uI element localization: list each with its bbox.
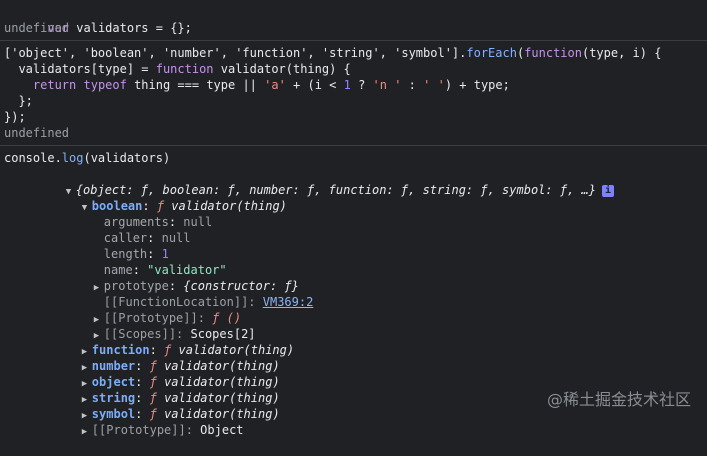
code-token: validators[type] = <box>4 62 156 76</box>
function-symbol: ƒ <box>149 407 157 421</box>
property-key: function <box>91 343 150 357</box>
property-value: null <box>161 231 191 245</box>
code-token: (validators) <box>83 151 171 165</box>
colon: : <box>176 327 191 341</box>
code-token: : <box>401 78 424 92</box>
source-link[interactable]: VM369:2 <box>263 295 314 309</box>
function-signature: validator(thing) <box>178 343 295 357</box>
property-value: "validator" <box>147 263 227 277</box>
code-token: 1 <box>343 78 351 92</box>
colon: : <box>135 407 150 421</box>
colon: : <box>132 263 148 277</box>
property-value: null <box>183 215 213 229</box>
object-preview: {object: ƒ, boolean: ƒ, number: ƒ, funct… <box>75 183 596 197</box>
code-token: + (i < <box>285 78 344 92</box>
property-key: [[FunctionLocation]] <box>103 295 249 309</box>
console-input[interactable]: console.log(validators) <box>4 150 707 166</box>
code-token: log <box>61 151 84 165</box>
function-symbol: ƒ <box>156 199 165 213</box>
property-key: name <box>103 263 133 277</box>
code-token: thing === type || <box>126 78 265 92</box>
code-token: function <box>524 46 582 60</box>
code-line-3: return typeof thing === type || 'a' + (i… <box>4 77 707 93</box>
function-signature: validator(thing) <box>164 375 280 389</box>
property-key: caller <box>103 231 148 245</box>
code-token: ' ' <box>423 78 445 92</box>
colon: : <box>197 311 213 325</box>
code-token: ['object', 'boolean', 'number', 'functio… <box>4 46 467 60</box>
property-value: 1 <box>161 247 169 261</box>
colon: : <box>135 391 150 405</box>
code-token: ? <box>350 78 373 92</box>
console-input[interactable]: var validators = {}; <box>4 4 707 35</box>
code-token: function <box>155 62 214 76</box>
property-value: Object <box>200 423 244 437</box>
function-signature: validator(thing) <box>164 391 280 405</box>
property-key: prototype <box>103 279 169 293</box>
property-key: boolean <box>91 199 143 213</box>
colon: : <box>168 279 184 293</box>
console-panel: var validators = {}; undefined ['object'… <box>0 0 707 437</box>
code-token: typeof <box>83 78 127 92</box>
function-signature: validator(thing) <box>171 199 287 213</box>
object-tree: ▼ {object: ƒ, boolean: ƒ, number: ƒ, func… <box>4 166 707 437</box>
code-token: ) + type; <box>444 78 510 92</box>
colon: : <box>168 215 184 229</box>
code-token: 'a' <box>264 78 286 92</box>
watermark: @稀土掘金技术社区 <box>546 390 691 409</box>
colon: : <box>135 359 150 373</box>
code-line-4: }; <box>4 94 33 108</box>
property-key: arguments <box>103 215 169 229</box>
property-key: [[Prototype]] <box>91 423 186 437</box>
colon: : <box>147 231 162 245</box>
code-token: return <box>32 78 77 92</box>
console-entry-1: var validators = {}; undefined <box>0 0 707 41</box>
function-signature: validator(thing) <box>164 359 280 373</box>
property-key: number <box>91 359 136 373</box>
code-token: validators = {}; <box>69 21 192 35</box>
code-token: 'n ' <box>372 78 402 92</box>
colon: : <box>147 247 162 261</box>
code-line-2: validators[type] = function validator(th… <box>4 61 707 77</box>
property-key: length <box>103 247 148 261</box>
colon: : <box>248 295 263 309</box>
property-key: [[Scopes]] <box>103 327 177 341</box>
property-key: string <box>91 391 136 405</box>
property-value: ƒ () <box>212 311 242 325</box>
colon: : <box>135 375 150 389</box>
function-symbol: ƒ <box>149 359 157 373</box>
console-result: undefined <box>4 126 70 140</box>
property-key: symbol <box>91 407 136 421</box>
info-icon[interactable]: i <box>601 184 614 197</box>
function-symbol: ƒ <box>149 375 157 389</box>
property-key: [[Prototype]] <box>103 311 198 325</box>
code-line-1: ['object', 'boolean', 'number', 'functio… <box>4 45 707 61</box>
code-token: (type, i) { <box>581 46 662 60</box>
function-symbol: ƒ <box>149 391 157 405</box>
property-value: Scopes[2] <box>190 327 256 341</box>
code-token: validator(thing) { <box>213 62 351 76</box>
expand-triangle-icon[interactable]: ▶ <box>82 424 92 440</box>
code-token: forEach <box>466 46 517 60</box>
code-line-5: }); <box>4 110 26 124</box>
console-entry-2: ['object', 'boolean', 'number', 'functio… <box>0 41 707 146</box>
console-entry-3: console.log(validators) ▼ {object: ƒ, boo… <box>0 146 707 437</box>
property-value: {constructor: ƒ} <box>183 279 299 293</box>
function-signature: validator(thing) <box>164 407 280 421</box>
object-summary[interactable]: ▼ {object: ƒ, boolean: ƒ, number: ƒ, func… <box>8 166 707 197</box>
colon: : <box>185 423 201 437</box>
property-key: object <box>91 375 136 389</box>
colon: : <box>149 343 165 357</box>
code-token: console. <box>4 151 62 165</box>
colon: : <box>142 199 157 213</box>
